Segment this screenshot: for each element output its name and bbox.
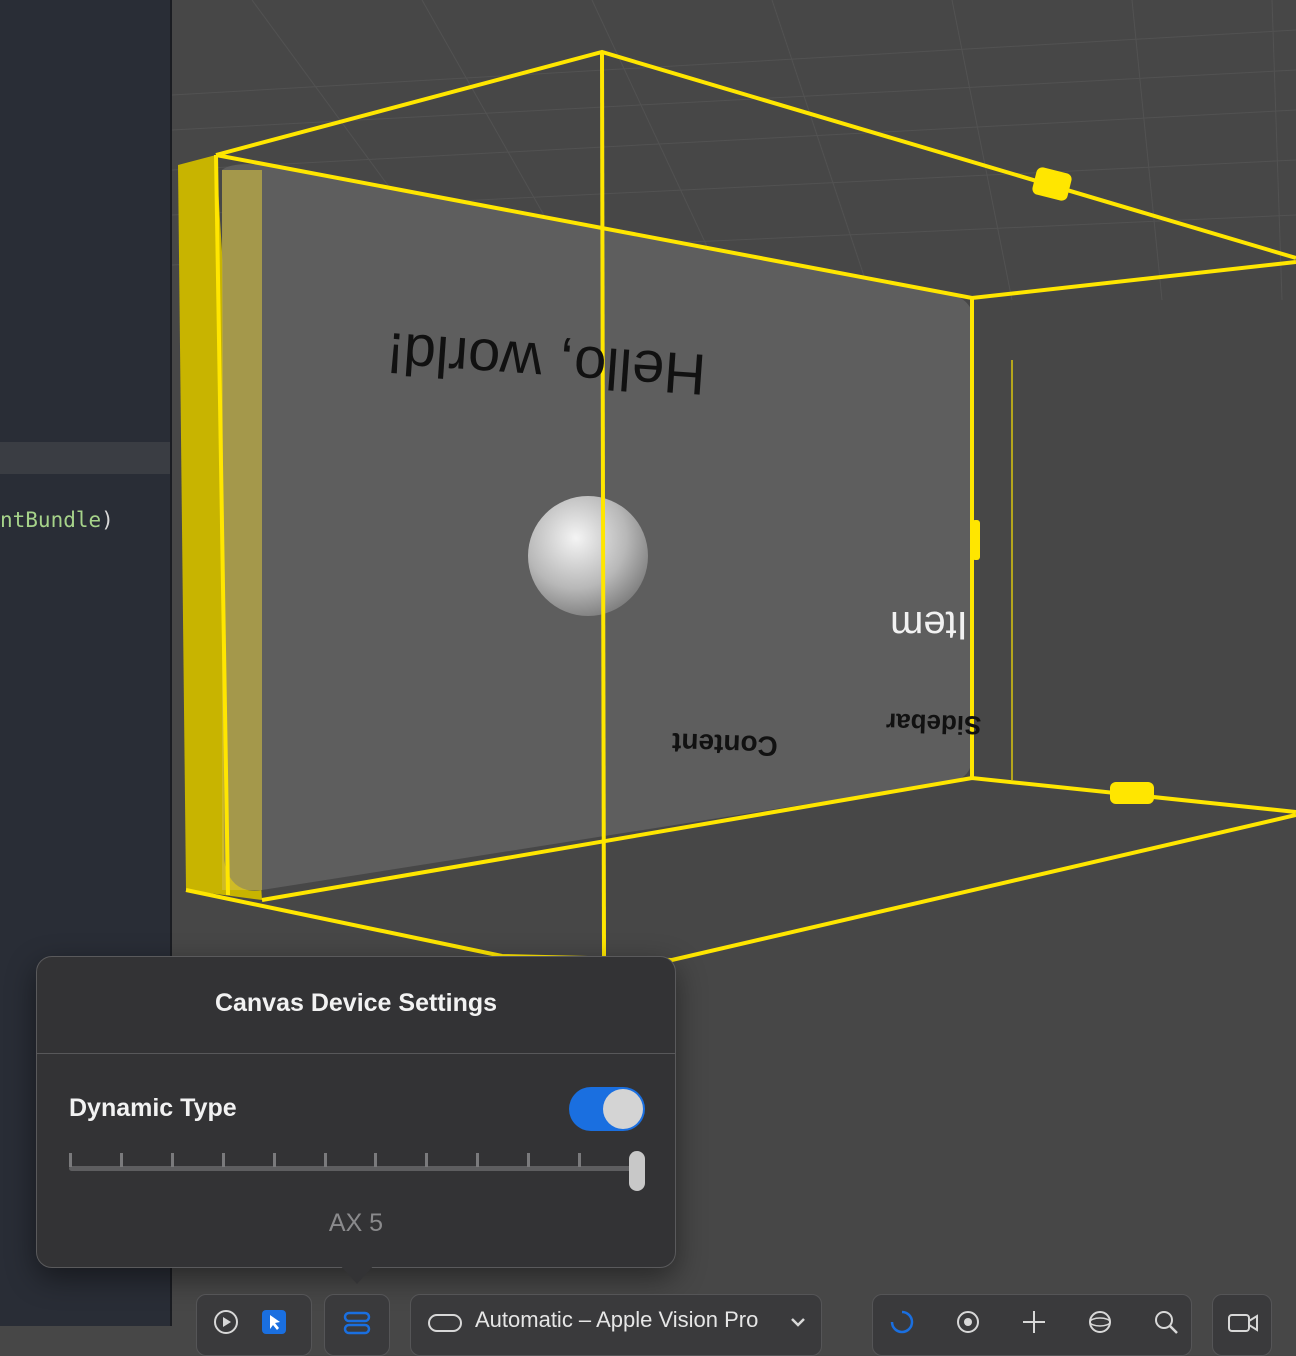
popover-title: Canvas Device Settings: [214, 989, 498, 1017]
slider-tick: [170, 1153, 174, 1167]
slider-tick: [272, 1153, 276, 1167]
vision-pro-icon: [427, 1309, 463, 1335]
move-icon[interactable]: [1021, 1309, 1047, 1335]
play-icon[interactable]: [213, 1309, 239, 1335]
select-icon[interactable]: [261, 1309, 287, 1335]
device-selector-label: Automatic – Apple Vision Pro: [475, 1307, 759, 1332]
slider-tick: [69, 1153, 72, 1167]
dynamic-type-toggle[interactable]: [569, 1087, 645, 1131]
slider-tick: [221, 1153, 225, 1167]
slider-tick: [527, 1153, 531, 1167]
globe-icon[interactable]: [1087, 1309, 1113, 1335]
code-fragment: ntBundle: [0, 508, 102, 532]
chevron-down-icon: [785, 1309, 811, 1335]
divider: [37, 1053, 675, 1054]
toggle-knob: [603, 1089, 643, 1129]
slider-tick: [578, 1153, 582, 1167]
slider-thumb[interactable]: [629, 1151, 645, 1191]
zoom-icon[interactable]: [1153, 1309, 1179, 1335]
camera-icon[interactable]: [1227, 1309, 1259, 1335]
slider-tick: [323, 1153, 327, 1167]
slider-tick: [374, 1153, 378, 1167]
dynamic-type-label: Dynamic Type: [69, 1094, 237, 1122]
canvas-tools-group: [872, 1294, 1192, 1356]
code-line[interactable]: ntBundle): [0, 508, 114, 532]
scene-text-item: Item: [890, 603, 968, 647]
scene-text-content: Content: [671, 727, 779, 762]
dimension-tag-height: [972, 520, 980, 560]
popover-arrow: [339, 1264, 375, 1284]
slider-tick: [425, 1153, 429, 1167]
device-settings-icon[interactable]: [343, 1309, 371, 1335]
device-settings-group: [324, 1294, 390, 1356]
dynamic-type-slider[interactable]: [69, 1151, 645, 1193]
camera-group: [1212, 1294, 1272, 1356]
slider-tick: [119, 1153, 123, 1167]
sphere-model: [528, 496, 648, 616]
canvas-device-settings-popover: Canvas Device Settings Dynamic Type AX 5: [36, 956, 676, 1268]
dynamic-type-value: AX 5: [328, 1209, 384, 1237]
code-suffix: ): [101, 508, 114, 532]
device-selector[interactable]: Automatic – Apple Vision Pro: [410, 1294, 822, 1356]
rotate-icon[interactable]: [889, 1309, 915, 1335]
slider-tick: [476, 1153, 480, 1167]
orbit-icon[interactable]: [955, 1309, 981, 1335]
slider-track: [69, 1166, 637, 1171]
preview-mode-group: [196, 1294, 312, 1356]
dimension-tag-width: [1110, 782, 1154, 804]
current-line-highlight: [0, 442, 170, 474]
scene-text-sidebar: Sidebar: [885, 707, 982, 741]
